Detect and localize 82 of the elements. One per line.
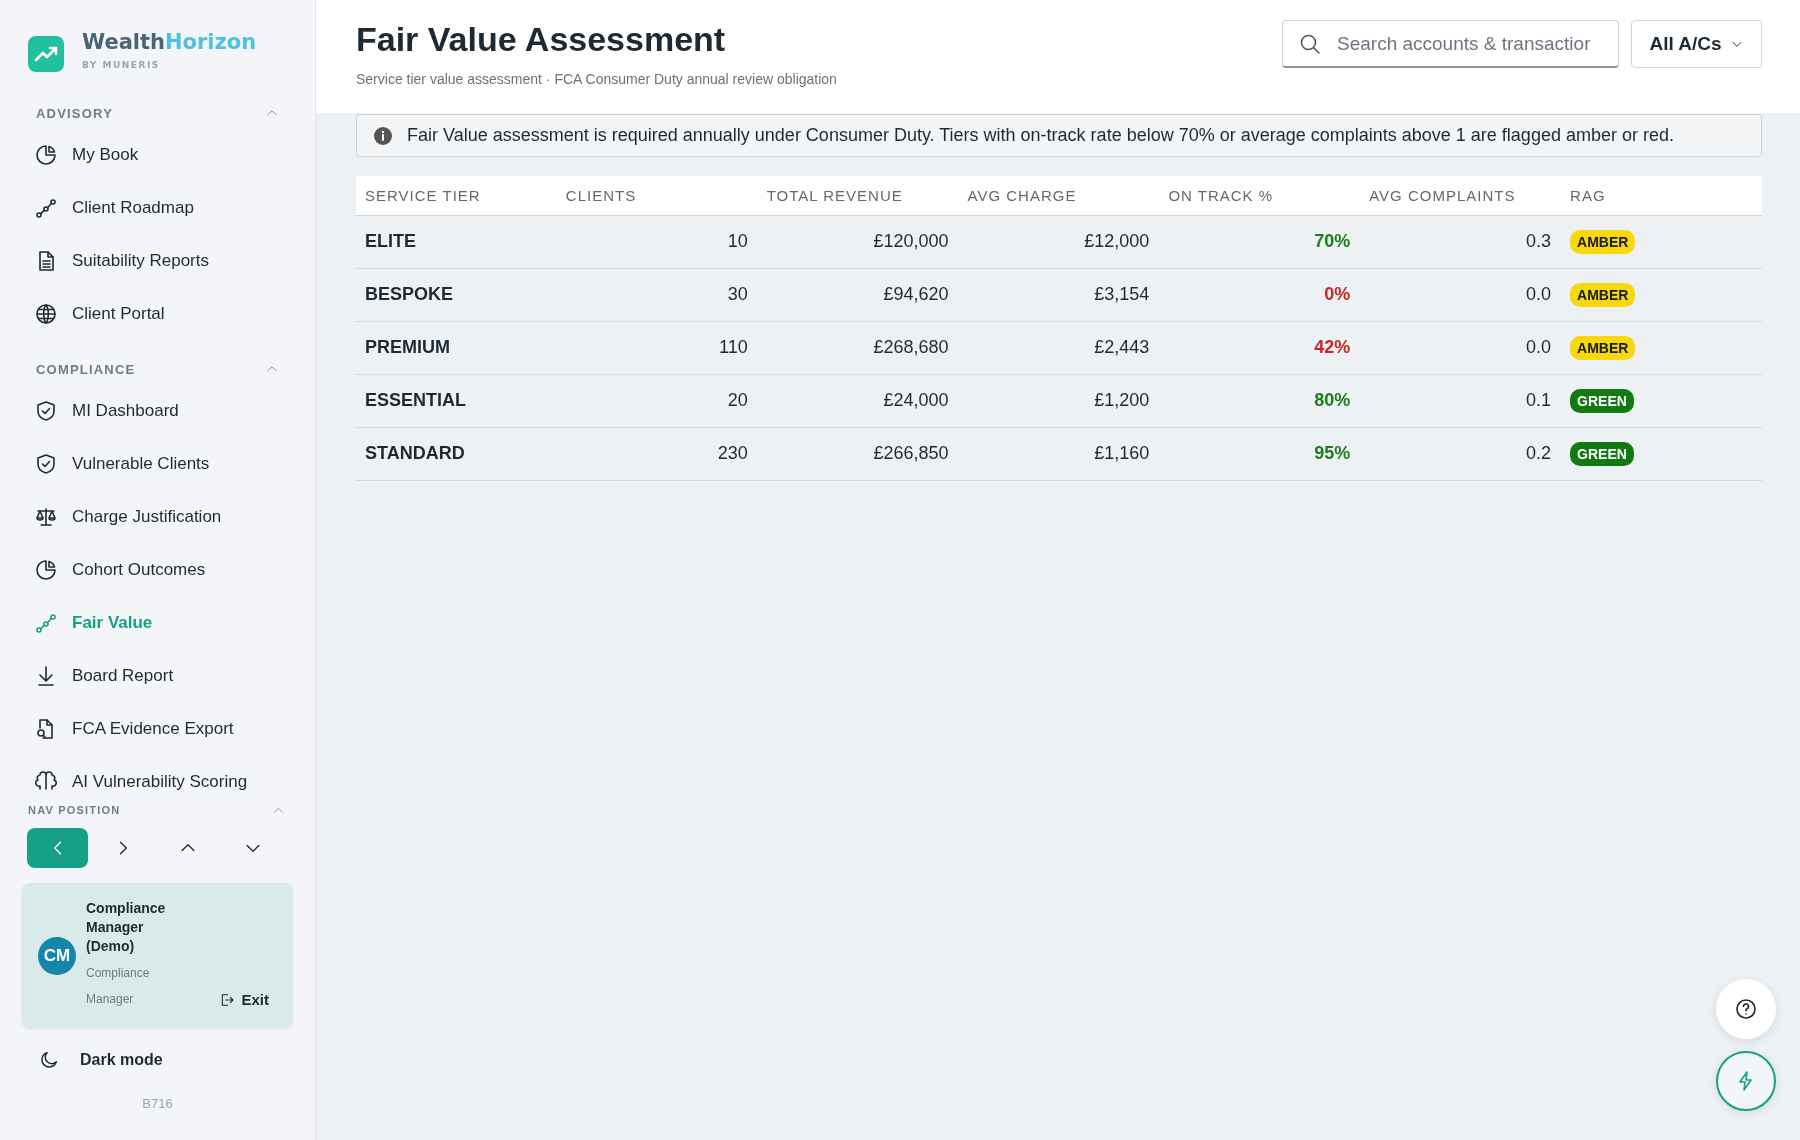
- column-header: TOTAL REVENUE: [757, 176, 959, 215]
- pie-chart-icon: [34, 557, 58, 582]
- nav-item[interactable]: My Book: [22, 128, 293, 181]
- section-heading: NAV POSITION: [28, 804, 121, 816]
- nav-item[interactable]: Board Report: [22, 649, 293, 702]
- help-icon: [1734, 997, 1758, 1021]
- banner-text: Fair Value assessment is required annually under Consumer Duty. Tiers with on-track rate below 70% or average complaints above 1 are flagged amber or red.: [407, 125, 1674, 146]
- rag-badge: GREEN: [1570, 441, 1634, 466]
- table-cell: £3,154: [958, 268, 1160, 321]
- page-title: Fair Value Assessment: [356, 20, 727, 59]
- column-header: SERVICE TIER: [356, 176, 557, 215]
- rag-badge: AMBER: [1570, 335, 1636, 360]
- table-cell: 80%: [1159, 374, 1361, 427]
- page-subtitle: Service tier value assessment · FCA Consumer Duty annual review obligation: [356, 71, 837, 87]
- nav-item[interactable]: Suitability Reports: [22, 234, 293, 287]
- dark-mode-toggle[interactable]: Dark mode: [22, 1044, 293, 1076]
- user-name: Compliance Manager (Demo): [86, 899, 167, 956]
- table-cell: 0.0: [1360, 268, 1562, 321]
- exit-button[interactable]: Exit: [219, 991, 269, 1008]
- table-cell: ELITE: [356, 215, 557, 268]
- avatar: CM: [38, 936, 76, 975]
- table-cell: £266,850: [757, 427, 959, 480]
- column-header: RAG: [1561, 176, 1762, 215]
- nav-item[interactable]: Vulnerable Clients: [22, 437, 293, 490]
- quick-action-button[interactable]: [1716, 1051, 1776, 1111]
- table-cell: 70%: [1159, 215, 1361, 268]
- table-cell: PREMIUM: [356, 321, 557, 374]
- moon-icon: [38, 1049, 60, 1071]
- table-cell: 0.1: [1360, 374, 1562, 427]
- table-cell: 0.2: [1360, 427, 1562, 480]
- table-cell: 30: [556, 268, 758, 321]
- rag-badge: GREEN: [1570, 388, 1634, 413]
- table-cell: £268,680: [757, 321, 959, 374]
- table-cell: £2,443: [958, 321, 1160, 374]
- table-cell: £12,000: [958, 215, 1160, 268]
- table-cell: 230: [556, 427, 758, 480]
- shield-check-icon: [34, 451, 58, 476]
- brand-tagline: BY MUNERIS: [82, 60, 161, 70]
- table-cell: £1,200: [958, 374, 1160, 427]
- globe-icon: [34, 301, 58, 326]
- table-cell: 110: [556, 321, 758, 374]
- rag-badge: AMBER: [1570, 282, 1636, 307]
- logo-icon: [28, 36, 64, 72]
- table-cell: £1,160: [958, 427, 1160, 480]
- table-cell: BESPOKE: [356, 268, 557, 321]
- nav-item[interactable]: Client Roadmap: [22, 181, 293, 234]
- nav-item[interactable]: FCA Evidence Export: [22, 702, 293, 755]
- nav-item[interactable]: Cohort Outcomes: [22, 543, 293, 596]
- table-cell: 0%: [1159, 268, 1361, 321]
- table-cell: £120,000: [757, 215, 959, 268]
- rag-badge: AMBER: [1570, 229, 1636, 254]
- table-cell: 0.0: [1360, 321, 1562, 374]
- section-heading: ADVISORY: [36, 105, 114, 121]
- brand-name: WealthHorizon: [82, 30, 257, 54]
- table-cell: 0.3: [1360, 215, 1562, 268]
- nav-position-button[interactable]: [27, 828, 88, 868]
- search-field[interactable]: Search accounts & transactior: [1282, 20, 1619, 68]
- info-icon: [373, 125, 393, 146]
- build-number: B716: [141, 1096, 174, 1111]
- table-cell: 95%: [1159, 427, 1361, 480]
- nav-item[interactable]: Charge Justification: [22, 490, 293, 543]
- column-header: CLIENTS: [556, 176, 758, 215]
- nav-item[interactable]: Client Portal: [22, 287, 293, 340]
- nav-item[interactable]: AI Vulnerability Scoring: [22, 755, 293, 794]
- table-cell: 10: [556, 215, 758, 268]
- shield-check-icon: [34, 398, 58, 423]
- table-cell: STANDARD: [356, 427, 557, 480]
- column-header: AVG CHARGE: [958, 176, 1160, 215]
- table-cell: £24,000: [757, 374, 959, 427]
- column-header: ON TRACK %: [1159, 176, 1361, 215]
- user-role: Compliance Manager: [86, 965, 151, 1008]
- help-button[interactable]: [1716, 979, 1776, 1039]
- table-cell: 42%: [1159, 321, 1361, 374]
- table-cell: 20: [556, 374, 758, 427]
- account-dropdown[interactable]: All A/Cs: [1631, 20, 1762, 68]
- nav-item[interactable]: MI Dashboard: [22, 384, 293, 437]
- section-heading: COMPLIANCE: [36, 361, 136, 377]
- column-header: AVG COMPLAINTS: [1360, 176, 1562, 215]
- pie-chart-icon: [34, 142, 58, 167]
- table-cell: ESSENTIAL: [356, 374, 557, 427]
- exit-icon: [219, 991, 236, 1008]
- table-cell: £94,620: [757, 268, 959, 321]
